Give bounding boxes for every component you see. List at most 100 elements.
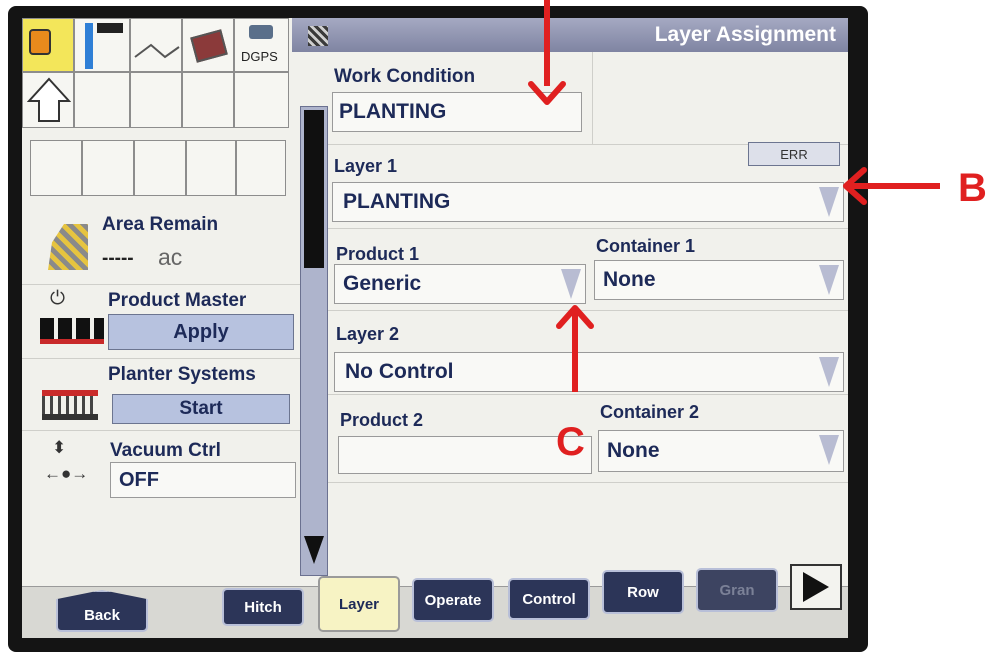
empty-cell — [234, 72, 289, 128]
chevron-down-icon[interactable] — [819, 265, 839, 295]
annotation-arrow-top-head — [528, 81, 566, 105]
vacuum-ctrl-value: OFF — [119, 468, 159, 491]
divider — [328, 482, 848, 483]
vacuum-slider-icon: ←●→ — [44, 464, 89, 483]
container1-label: Container 1 — [596, 236, 696, 256]
container2-value: None — [607, 439, 660, 462]
tab-control[interactable]: Control — [508, 578, 590, 620]
monitor-book-icon — [190, 29, 228, 63]
annotation-letter-b: B — [958, 166, 987, 210]
vacuum-ctrl-field[interactable]: OFF — [110, 462, 296, 498]
divider — [328, 394, 848, 395]
product1-label: Product 1 — [336, 244, 420, 264]
layer1-dropdown[interactable]: PLANTING — [332, 182, 844, 222]
status-cell-monitor[interactable] — [182, 18, 234, 72]
up-down-icon: ⬍ — [52, 438, 67, 457]
tab-operate-label: Operate — [424, 591, 482, 609]
next-page-button[interactable] — [790, 564, 842, 610]
layer1-value: PLANTING — [343, 190, 451, 213]
vacuum-ctrl-label: Vacuum Ctrl — [110, 440, 221, 461]
area-remain-label: Area Remain — [102, 214, 219, 235]
area-remain-value: ----- — [102, 248, 134, 269]
container1-dropdown[interactable]: None — [594, 260, 844, 300]
dgps-label: DGPS — [241, 49, 278, 64]
annotation-arrow-top-shaft — [544, 0, 550, 86]
divider — [328, 228, 848, 229]
container2-label: Container 2 — [600, 402, 700, 422]
empty-cell — [74, 72, 130, 128]
title-bar: Layer Assignment — [292, 18, 848, 52]
status-cell-guidance[interactable] — [130, 18, 182, 72]
empty-cell — [130, 72, 182, 128]
implement-bar-icon — [85, 23, 93, 69]
page-title: Layer Assignment — [654, 23, 836, 46]
display-screen: DGPS Area Remain ----- ac ⏻ Product Mast… — [22, 18, 848, 638]
product2-dropdown[interactable] — [338, 436, 592, 474]
planter-systems-label: Planter Systems — [108, 364, 256, 385]
planter-systems-icon — [42, 390, 98, 420]
empty-cell — [236, 140, 286, 196]
work-condition-value: PLANTING — [339, 100, 447, 123]
layer2-value: No Control — [345, 360, 454, 383]
empty-cell — [182, 72, 234, 128]
satellite-icon — [249, 25, 273, 39]
tab-row-label: Row — [627, 583, 659, 601]
tab-control-label: Control — [522, 590, 576, 608]
annotation-arrow-b-head — [843, 167, 867, 205]
tab-layer[interactable]: Layer — [318, 576, 400, 632]
tab-hitch[interactable]: Hitch — [222, 588, 304, 626]
chevron-down-icon[interactable] — [819, 357, 839, 387]
err-button-label: ERR — [780, 146, 808, 162]
tab-back-label: Back — [84, 606, 120, 624]
status-cell-implement[interactable] — [74, 18, 130, 72]
empty-cell — [30, 140, 82, 196]
container2-dropdown[interactable]: None — [598, 430, 844, 472]
apply-button[interactable]: Apply — [108, 314, 294, 350]
container1-value: None — [603, 268, 656, 291]
chevron-down-icon[interactable] — [819, 187, 839, 217]
vertical-divider — [592, 52, 593, 144]
play-arrow-icon — [803, 572, 829, 602]
divider — [22, 358, 300, 359]
power-icon: ⏻ — [50, 288, 66, 309]
divider — [22, 430, 300, 431]
layer2-label: Layer 2 — [336, 324, 400, 344]
empty-cell — [82, 140, 134, 196]
empty-cell — [186, 140, 236, 196]
row-units-icon — [97, 23, 123, 33]
tab-row[interactable]: Row — [602, 570, 684, 614]
product-master-label: Product Master — [108, 290, 247, 311]
guidance-line-icon — [134, 43, 180, 59]
product2-label: Product 2 — [340, 410, 424, 430]
layer1-label: Layer 1 — [334, 156, 398, 176]
chevron-down-icon[interactable] — [561, 269, 581, 299]
annotation-arrow-c-head — [556, 305, 594, 329]
product1-dropdown[interactable]: Generic — [334, 264, 586, 304]
err-button[interactable]: ERR — [748, 142, 840, 166]
product1-value: Generic — [343, 272, 422, 295]
area-remain-icon — [48, 224, 88, 270]
divider — [22, 284, 300, 285]
status-cell-planter[interactable] — [22, 18, 74, 72]
tab-gran: Gran — [696, 568, 778, 612]
tab-hitch-label: Hitch — [244, 598, 282, 616]
planter-status-icon — [29, 29, 51, 55]
area-remain-unit: ac — [158, 244, 183, 270]
apply-button-label: Apply — [173, 320, 229, 343]
tab-gran-label: Gran — [719, 581, 755, 599]
work-condition-label: Work Condition — [334, 66, 476, 87]
up-arrow-cell[interactable] — [22, 72, 74, 128]
start-button[interactable]: Start — [112, 394, 290, 424]
layer-hatch-icon — [308, 26, 328, 46]
tab-operate[interactable]: Operate — [412, 578, 494, 622]
scrollbar-thumb[interactable] — [304, 110, 324, 268]
layer2-dropdown[interactable]: No Control — [334, 352, 844, 392]
tab-layer-label: Layer — [338, 595, 380, 613]
annotation-letter-c: C — [556, 420, 585, 464]
start-button-label: Start — [179, 398, 223, 419]
chevron-down-icon[interactable] — [819, 435, 839, 465]
planter-rows-icon — [40, 318, 104, 344]
empty-cell — [134, 140, 186, 196]
status-cell-dgps[interactable]: DGPS — [234, 18, 289, 72]
up-arrow-icon — [27, 77, 71, 122]
